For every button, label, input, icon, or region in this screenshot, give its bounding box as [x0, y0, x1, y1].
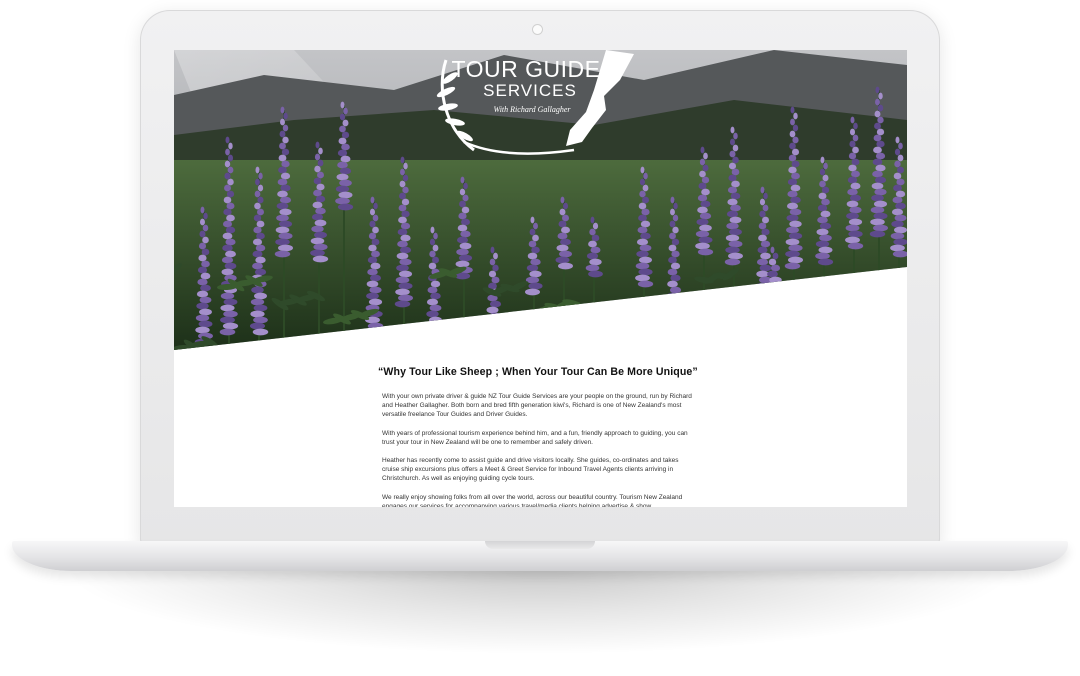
intro-section: “Why Tour Like Sheep ; When Your Tour Ca… — [378, 366, 698, 507]
logo-title: TOUR GUIDE — [452, 56, 601, 82]
intro-paragraph-1: With your own private driver & guide NZ … — [382, 393, 692, 419]
logo-tagline: With Richard Gallagher — [493, 105, 571, 114]
laptop-screen[interactable]: TOUR GUIDE SERVICES With Richard Gallagh… — [174, 50, 907, 507]
intro-paragraph-4: We really enjoy showing folks from all o… — [382, 493, 683, 507]
logo-subtitle: SERVICES — [483, 81, 577, 100]
intro-paragraph-3: Heather has recently come to assist guid… — [382, 457, 679, 483]
page-headline: “Why Tour Like Sheep ; When Your Tour Ca… — [378, 366, 698, 378]
webcam-icon — [533, 25, 542, 34]
intro-paragraph-2: With years of professional tourism exper… — [382, 429, 688, 446]
hero-banner: TOUR GUIDE SERVICES With Richard Gallagh… — [174, 50, 907, 350]
laptop-notch — [485, 541, 595, 549]
